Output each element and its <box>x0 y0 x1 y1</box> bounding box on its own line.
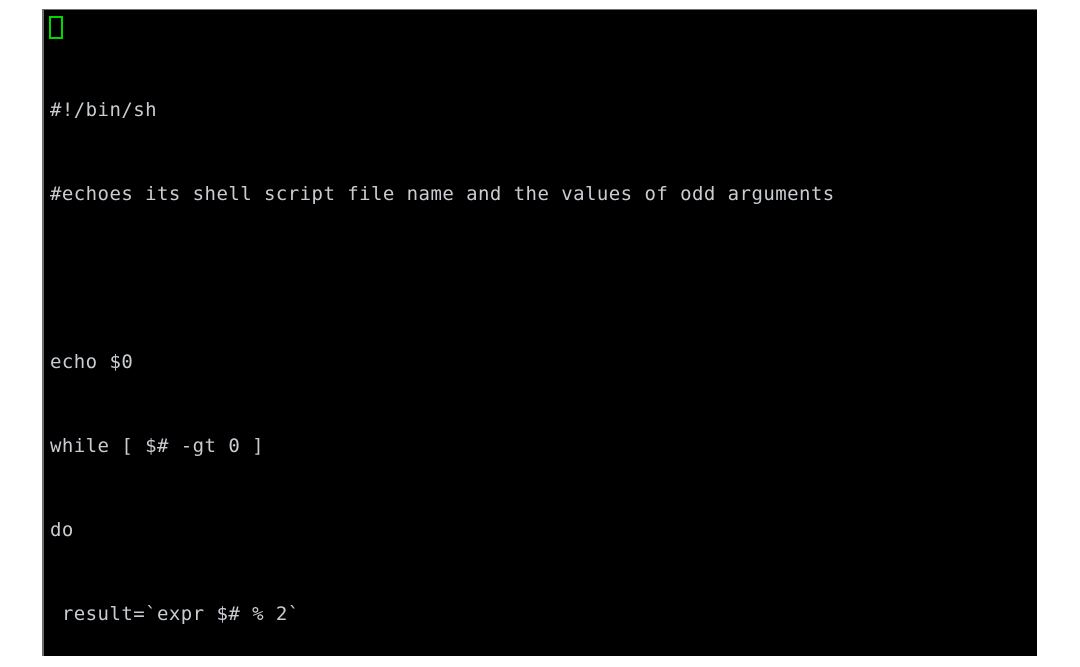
code-line: while [ $# -gt 0 ] <box>50 435 265 457</box>
terminal-window[interactable]: #!/bin/sh #echoes its shell script file … <box>42 9 1037 656</box>
code-line: echo $0 <box>50 351 134 373</box>
code-line: do <box>50 519 74 541</box>
code-line: result=`expr $# % 2` <box>50 603 300 625</box>
page-root: #!/bin/sh #echoes its shell script file … <box>0 0 1080 667</box>
code-line: #!/bin/sh <box>50 99 158 121</box>
editor-text-buffer[interactable]: #!/bin/sh #echoes its shell script file … <box>50 12 1037 656</box>
code-line: #echoes its shell script file name and t… <box>50 183 835 205</box>
